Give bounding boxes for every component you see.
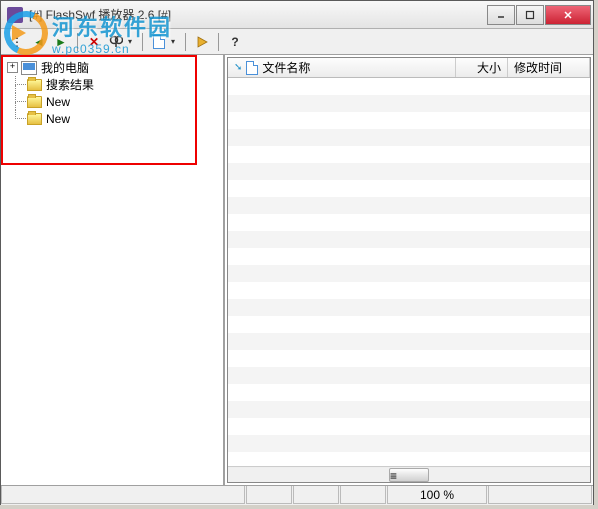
file-icon — [246, 61, 258, 75]
list-header: ➘ 文件名称 大小 修改时间 — [228, 58, 590, 78]
list-row — [228, 452, 590, 466]
list-row — [228, 248, 590, 265]
tree-label: New — [46, 112, 70, 126]
scrollbar-thumb[interactable]: ≡ — [389, 468, 429, 482]
status-zoom: 100 % — [387, 486, 487, 504]
titlebar: [#] FlashSwf 播放器 2.6 [#] — [1, 1, 593, 29]
delete-button[interactable]: ✕ — [84, 32, 104, 52]
list-row — [228, 418, 590, 435]
separator-icon — [185, 33, 186, 51]
play-button[interactable] — [192, 32, 212, 52]
file-list-panel: ➘ 文件名称 大小 修改时间 — [227, 57, 591, 483]
status-cell — [246, 486, 292, 504]
tree-item-search[interactable]: 搜索结果 — [5, 76, 219, 93]
tree-item-new1[interactable]: New — [5, 93, 219, 110]
help-button[interactable]: ? — [225, 32, 245, 52]
tree-panel: + 我的电脑 搜索结果 New New — [1, 55, 225, 485]
folder-icon — [27, 79, 42, 91]
list-row — [228, 180, 590, 197]
scrollbar-track[interactable]: ≡ — [228, 468, 590, 482]
app-icon — [7, 7, 23, 23]
list-row — [228, 333, 590, 350]
list-row — [228, 112, 590, 129]
list-row — [228, 401, 590, 418]
tree-item-new2[interactable]: New — [5, 110, 219, 127]
forward-button[interactable]: ► — [51, 32, 71, 52]
list-row — [228, 163, 590, 180]
separator-icon — [218, 33, 219, 51]
status-cell — [488, 486, 592, 504]
list-row — [228, 384, 590, 401]
statusbar: 100 % — [1, 485, 593, 505]
close-button[interactable] — [545, 5, 591, 25]
folder-icon — [27, 96, 42, 108]
list-row — [228, 95, 590, 112]
list-row — [228, 265, 590, 282]
list-body[interactable] — [228, 78, 590, 466]
column-size[interactable]: 大小 — [456, 58, 508, 77]
column-label: 修改时间 — [514, 59, 562, 76]
list-row — [228, 316, 590, 333]
toolbar: ⋮ ◄ ► ✕ ▾ ▾ ? — [1, 29, 593, 55]
list-row — [228, 350, 590, 367]
separator-icon — [142, 33, 143, 51]
tree-item-mycomputer[interactable]: + 我的电脑 — [5, 59, 219, 76]
window-title: [#] FlashSwf 播放器 2.6 [#] — [29, 6, 486, 23]
minimize-button[interactable] — [487, 5, 515, 25]
list-row — [228, 231, 590, 248]
list-row — [228, 282, 590, 299]
status-cell — [293, 486, 339, 504]
separator-icon — [77, 33, 78, 51]
list-row — [228, 197, 590, 214]
list-row — [228, 78, 590, 95]
grip-icon: ⋮ — [7, 32, 27, 52]
maximize-button[interactable] — [516, 5, 544, 25]
list-row — [228, 214, 590, 231]
content-area: + 我的电脑 搜索结果 New New ➘ 文件名 — [1, 55, 593, 485]
folder-icon — [27, 113, 42, 125]
new-dropdown[interactable]: ▾ — [171, 37, 179, 46]
window-controls — [486, 5, 591, 25]
tree-label: 我的电脑 — [41, 59, 89, 76]
horizontal-scrollbar[interactable]: ≡ — [228, 466, 590, 482]
find-button[interactable] — [106, 32, 126, 52]
list-row — [228, 146, 590, 163]
column-label: 大小 — [477, 59, 501, 76]
status-cell — [340, 486, 386, 504]
list-row — [228, 367, 590, 384]
app-window: [#] FlashSwf 播放器 2.6 [#] ⋮ ◄ ► ✕ ▾ ▾ ? +… — [0, 0, 594, 505]
find-dropdown[interactable]: ▾ — [128, 37, 136, 46]
column-filename[interactable]: ➘ 文件名称 — [228, 58, 456, 77]
expand-icon[interactable]: + — [7, 62, 18, 73]
list-row — [228, 435, 590, 452]
back-button[interactable]: ◄ — [29, 32, 49, 52]
new-button[interactable] — [149, 32, 169, 52]
list-row — [228, 129, 590, 146]
column-mtime[interactable]: 修改时间 — [508, 58, 590, 77]
tree-label: New — [46, 95, 70, 109]
list-row — [228, 299, 590, 316]
arrow-icon: ➘ — [234, 62, 242, 73]
status-cell — [1, 486, 245, 504]
computer-icon — [21, 61, 37, 75]
tree-label: 搜索结果 — [46, 76, 94, 93]
column-label: 文件名称 — [262, 59, 310, 76]
